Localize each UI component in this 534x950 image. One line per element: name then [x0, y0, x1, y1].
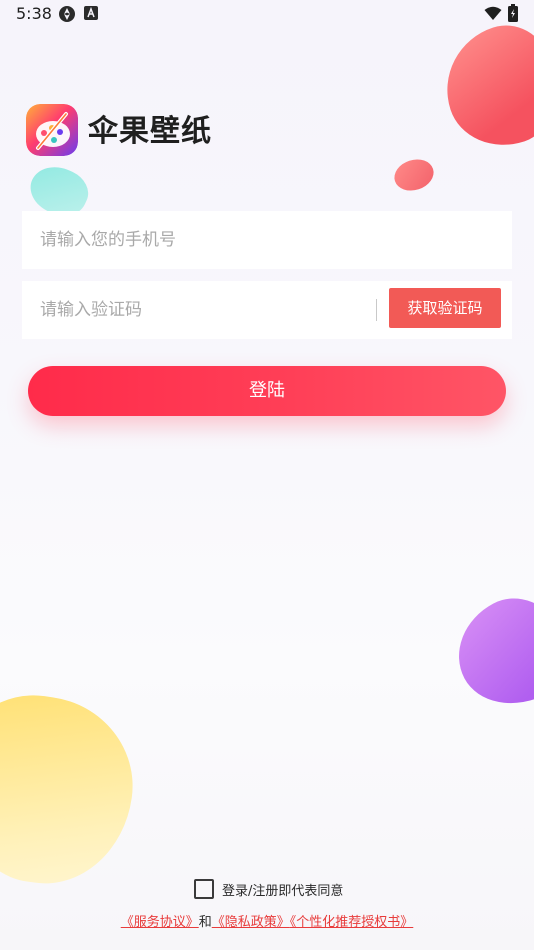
agreement-and-text: 和 — [198, 915, 212, 930]
verification-code-input[interactable] — [40, 281, 360, 339]
agreement-checkbox[interactable] — [194, 879, 214, 899]
code-divider — [376, 299, 377, 321]
notification-a-icon — [84, 6, 98, 20]
privacy-policy-link[interactable]: 《隐私政策》 — [212, 915, 290, 930]
status-time: 5:38 — [16, 4, 52, 23]
decorative-blob-red-small — [390, 154, 438, 196]
wifi-icon — [484, 6, 502, 20]
phone-input-row — [22, 211, 512, 269]
decorative-blob-red — [430, 13, 534, 161]
app-name: 伞果壁纸 — [88, 114, 212, 149]
login-button[interactable]: 登陆 — [28, 366, 506, 416]
battery-icon — [508, 4, 518, 22]
agreement-row: 登录/注册即代表同意 — [0, 878, 534, 900]
app-logo-icon — [26, 104, 78, 156]
service-agreement-link[interactable]: 《服务协议》 — [121, 915, 199, 930]
decorative-blob-yellow — [0, 685, 145, 895]
sync-status-icon — [59, 6, 75, 22]
code-input-row: 获取验证码 — [22, 281, 512, 339]
phone-input[interactable] — [40, 211, 490, 269]
agreement-text: 登录/注册即代表同意 — [222, 884, 344, 899]
personalized-recommendation-link[interactable]: 《个性化推荐授权书》 — [290, 915, 414, 930]
status-bar: 5:38 — [0, 0, 534, 28]
decorative-blob-purple — [439, 580, 534, 725]
get-code-button[interactable]: 获取验证码 — [389, 288, 501, 328]
agreement-links: 《服务协议》和《隐私政策》《个性化推荐授权书》 — [0, 911, 534, 930]
